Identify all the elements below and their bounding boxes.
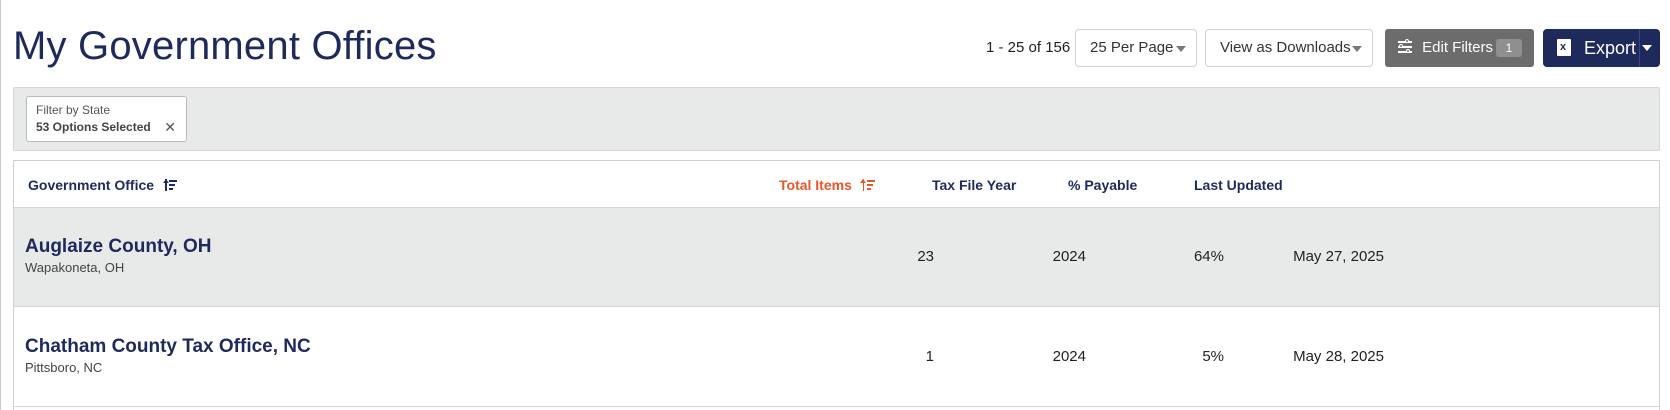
export-button[interactable]: Export bbox=[1543, 29, 1660, 67]
close-icon[interactable]: ✕ bbox=[164, 119, 176, 136]
column-header-last-updated[interactable]: Last Updated bbox=[1194, 177, 1283, 193]
payable-cell: 5% bbox=[1202, 348, 1224, 365]
chevron-down-icon bbox=[1176, 46, 1186, 52]
chevron-down-icon[interactable] bbox=[1642, 45, 1652, 51]
tax-file-year-cell: 2024 bbox=[1052, 248, 1086, 265]
table-row[interactable]: Auglaize County, OH Wapakoneta, OH 23 20… bbox=[14, 208, 1659, 307]
sort-ascending-icon[interactable] bbox=[861, 179, 875, 191]
filter-count-badge: 1 bbox=[1496, 39, 1522, 57]
office-location: Pittsboro, NC bbox=[25, 360, 103, 375]
pagination-summary: 1 - 25 of 156 bbox=[986, 39, 1071, 56]
page-header: My Government Offices 1 - 25 of 156 25 P… bbox=[13, 18, 1660, 78]
total-items-cell: 1 bbox=[925, 348, 934, 365]
filter-chip-label: Filter by State bbox=[36, 103, 111, 117]
office-name[interactable]: Chatham County Tax Office, NC bbox=[25, 336, 311, 358]
table-header: Government Office Total Items Tax File Y… bbox=[14, 161, 1659, 208]
filter-chip-state[interactable]: Filter by State 53 Options Selected ✕ bbox=[26, 96, 187, 142]
per-page-value: 25 Per Page bbox=[1090, 39, 1174, 56]
view-as-select[interactable]: View as Downloads bbox=[1205, 29, 1373, 67]
column-header-total-items[interactable]: Total Items bbox=[779, 177, 875, 193]
edit-filters-label: Edit Filters bbox=[1422, 39, 1494, 56]
excel-file-icon bbox=[1557, 39, 1571, 56]
export-label: Export bbox=[1584, 38, 1637, 58]
active-filters-bar: Filter by State 53 Options Selected ✕ bbox=[13, 87, 1660, 151]
page-title: My Government Offices bbox=[13, 24, 437, 68]
per-page-select[interactable]: 25 Per Page bbox=[1075, 29, 1197, 67]
view-as-value: View as Downloads bbox=[1220, 39, 1351, 56]
table-row[interactable]: Chatham County Tax Office, NC Pittsboro,… bbox=[14, 308, 1659, 407]
sliders-icon bbox=[1398, 39, 1412, 53]
column-header-tax-file-year[interactable]: Tax File Year bbox=[932, 177, 1016, 193]
chevron-down-icon bbox=[1352, 46, 1362, 52]
payable-cell: 64% bbox=[1193, 248, 1224, 265]
export-divider bbox=[1639, 29, 1640, 67]
sort-ascending-icon[interactable] bbox=[163, 179, 178, 191]
column-header-government-office[interactable]: Government Office bbox=[28, 177, 178, 193]
tax-file-year-cell: 2024 bbox=[1052, 348, 1086, 365]
last-updated-cell: May 27, 2025 bbox=[1293, 248, 1384, 265]
total-items-cell: 23 bbox=[917, 248, 934, 265]
office-name[interactable]: Auglaize County, OH bbox=[25, 236, 211, 258]
column-header-payable[interactable]: % Payable bbox=[1068, 177, 1137, 193]
edit-filters-button[interactable]: Edit Filters 1 bbox=[1385, 29, 1534, 67]
last-updated-cell: May 28, 2025 bbox=[1293, 348, 1384, 365]
office-location: Wapakoneta, OH bbox=[25, 260, 125, 275]
window-edge bbox=[0, 0, 1, 410]
offices-table: Government Office Total Items Tax File Y… bbox=[13, 160, 1660, 410]
